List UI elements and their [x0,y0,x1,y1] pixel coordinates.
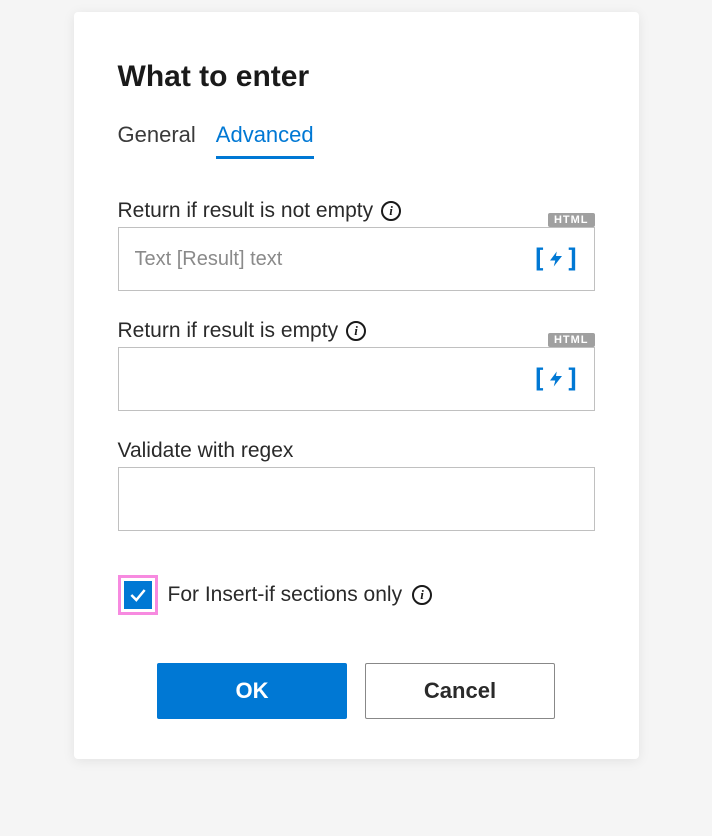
input-return-not-empty[interactable] [118,227,595,291]
field-return-not-empty: Return if result is not empty i HTML [] [118,199,595,291]
tab-bar: General Advanced [118,122,595,159]
info-icon[interactable]: i [346,321,366,341]
checkbox-insert-if[interactable] [124,581,152,609]
tab-advanced[interactable]: Advanced [216,122,314,159]
input-return-empty[interactable] [118,347,595,411]
info-icon[interactable]: i [381,201,401,221]
field-return-empty: Return if result is empty i HTML [] [118,319,595,411]
input-validate-regex[interactable] [118,467,595,531]
label-return-not-empty: Return if result is not empty [118,199,374,223]
lightning-token-icon[interactable]: [] [531,244,580,274]
checkbox-label-insert-if: For Insert-if sections only [168,583,403,607]
info-icon[interactable]: i [412,585,432,605]
tab-general[interactable]: General [118,122,196,159]
lightning-token-icon[interactable]: [] [531,364,580,394]
label-validate-regex: Validate with regex [118,439,294,463]
what-to-enter-dialog: What to enter General Advanced Return if… [74,12,639,759]
ok-button[interactable]: OK [157,663,347,719]
checkmark-icon [128,585,148,605]
label-return-empty: Return if result is empty [118,319,339,343]
checkbox-highlight [118,575,158,615]
field-validate-regex: Validate with regex [118,439,595,531]
cancel-button[interactable]: Cancel [365,663,555,719]
dialog-buttons: OK Cancel [118,663,595,719]
html-badge: HTML [548,213,595,227]
dialog-title: What to enter [118,60,595,94]
checkbox-row-insert-if: For Insert-if sections only i [118,575,595,615]
html-badge: HTML [548,333,595,347]
